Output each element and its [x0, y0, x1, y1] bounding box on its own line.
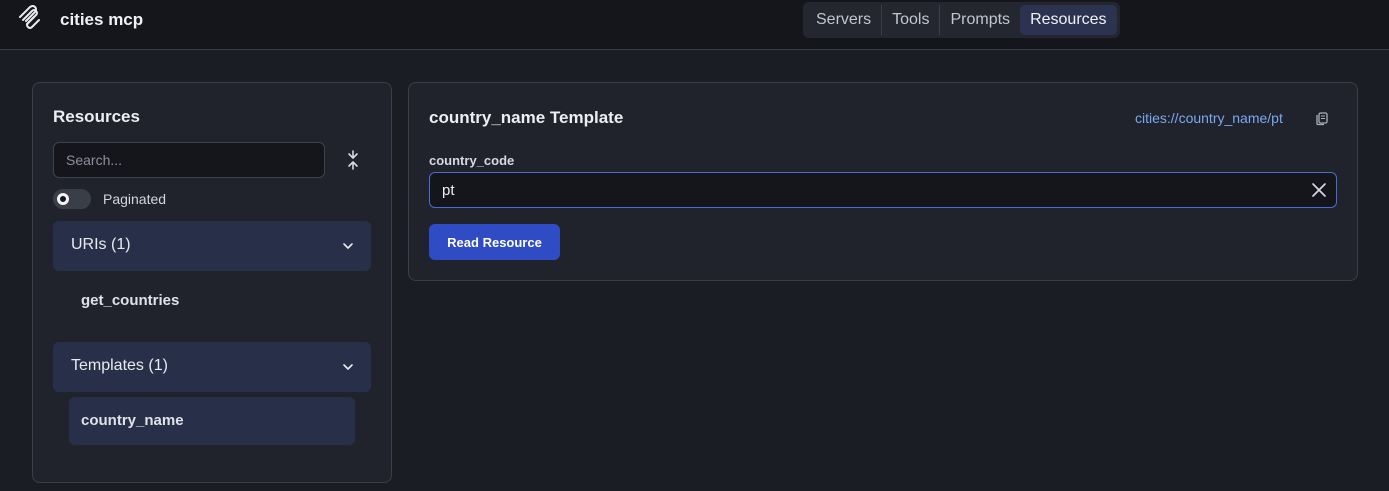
resource-item-get-countries[interactable]: get_countries — [69, 277, 355, 325]
template-item-country-name[interactable]: country_name — [69, 397, 355, 445]
tab-servers[interactable]: Servers — [806, 5, 881, 35]
toggle-knob — [57, 193, 69, 205]
tab-prompts[interactable]: Prompts — [939, 5, 1020, 35]
sidebar-heading: Resources — [53, 107, 140, 126]
resource-uri-link[interactable]: cities://country_name/pt — [1135, 110, 1283, 126]
mcp-logo-icon[interactable] — [17, 5, 43, 31]
resources-sidebar: Resources Paginated URIs (1) get_countri… — [32, 82, 392, 483]
paginated-label: Paginated — [103, 191, 167, 207]
search-input[interactable] — [53, 142, 325, 178]
top-bar: cities mcp Servers Tools Prompts Resourc… — [0, 0, 1389, 50]
read-resource-button[interactable]: Read Resource — [429, 224, 560, 260]
chevron-down-icon — [343, 364, 353, 370]
collapse-icon — [348, 150, 358, 170]
paginated-toggle[interactable] — [53, 189, 91, 209]
tab-resources[interactable]: Resources — [1020, 5, 1117, 35]
section-uris-label: URIs (1) — [71, 236, 131, 253]
template-title: country_name Template — [429, 108, 624, 127]
main-nav: Servers Tools Prompts Resources — [803, 2, 1120, 38]
resource-item-label: get_countries — [81, 292, 180, 309]
template-detail-panel: country_name Template cities://country_n… — [408, 82, 1358, 281]
close-icon[interactable] — [1310, 181, 1328, 199]
tab-tools[interactable]: Tools — [881, 5, 939, 35]
section-uris[interactable]: URIs (1) — [53, 221, 371, 271]
app-title: cities mcp — [60, 10, 144, 29]
copy-icon[interactable] — [1314, 110, 1330, 126]
collapse-all-button[interactable] — [340, 147, 366, 173]
country-code-label: country_code — [429, 153, 515, 168]
chevron-down-icon — [343, 243, 353, 249]
section-templates[interactable]: Templates (1) — [53, 342, 371, 392]
section-templates-label: Templates (1) — [71, 357, 168, 374]
country-code-input[interactable] — [429, 172, 1337, 208]
template-item-label: country_name — [81, 412, 184, 429]
